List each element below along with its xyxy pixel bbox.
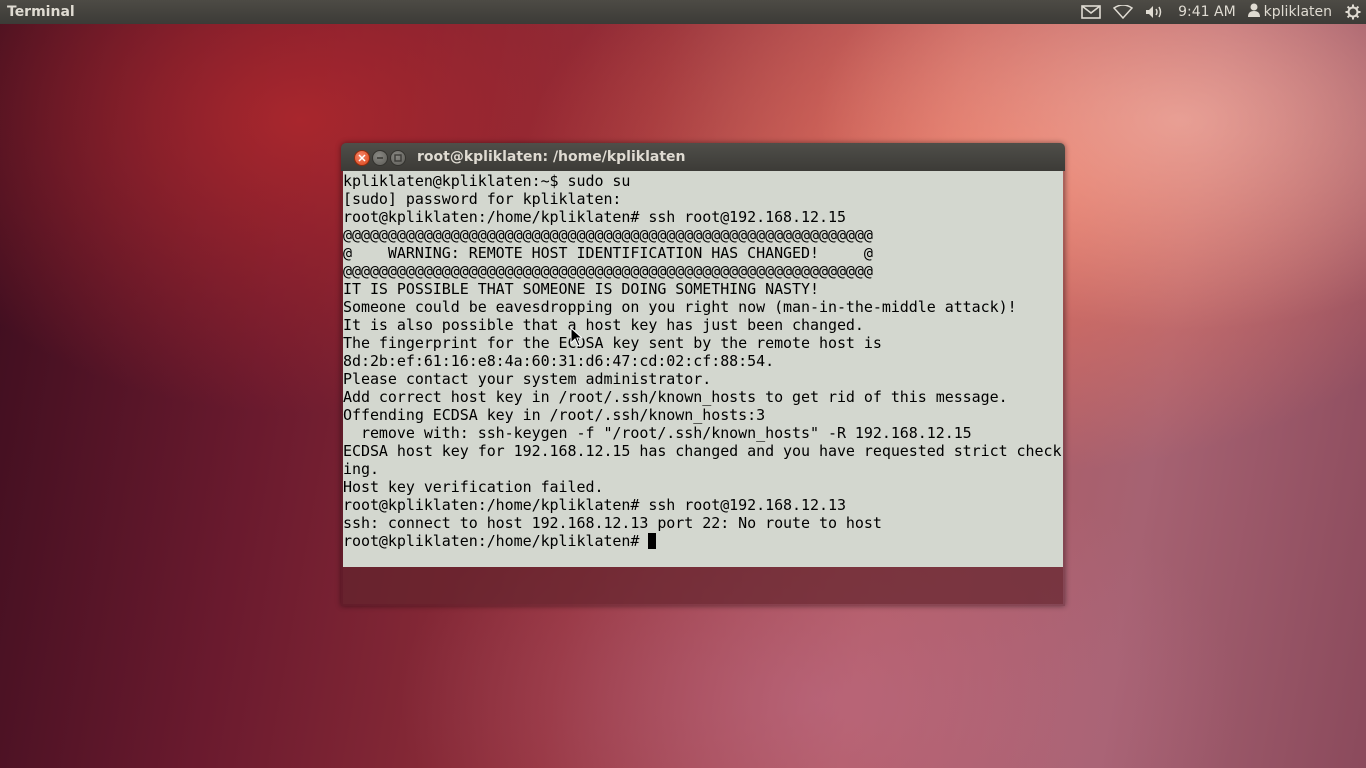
terminal-line: root@kpliklaten:/home/kpliklaten# ssh ro… xyxy=(343,496,846,514)
window-titlebar[interactable]: root@kpliklaten: /home/kpliklaten xyxy=(341,143,1065,171)
username-label: kpliklaten xyxy=(1263,4,1332,20)
terminal-line: ECDSA host key for 192.168.12.15 has cha… xyxy=(343,442,1062,460)
terminal-prompt: root@kpliklaten:/home/kpliklaten# xyxy=(343,532,649,550)
clock[interactable]: 9:41 AM xyxy=(1178,4,1236,20)
terminal-line: Host key verification failed. xyxy=(343,478,604,496)
terminal-empty-area xyxy=(343,567,1063,604)
terminal-line: root@kpliklaten:/home/kpliklaten# ssh ro… xyxy=(343,208,846,226)
terminal-line: @@@@@@@@@@@@@@@@@@@@@@@@@@@@@@@@@@@@@@@@… xyxy=(343,262,873,280)
terminal-line: IT IS POSSIBLE THAT SOMEONE IS DOING SOM… xyxy=(343,280,819,298)
maximize-icon xyxy=(394,154,402,162)
terminal-line: Please contact your system administrator… xyxy=(343,370,712,388)
close-button[interactable] xyxy=(354,150,370,166)
terminal-line: Offending ECDSA key in /root/.ssh/known_… xyxy=(343,406,766,424)
terminal-line: Someone could be eavesdropping on you ri… xyxy=(343,298,1017,316)
top-panel: Terminal 9:41 AM kpliklaten xyxy=(0,0,1366,24)
terminal-line: remove with: ssh-keygen -f "/root/.ssh/k… xyxy=(343,424,972,442)
terminal-output[interactable]: kpliklaten@kpliklaten:~$ sudo su [sudo] … xyxy=(343,171,1063,567)
terminal-text: kpliklaten@kpliklaten:~$ sudo su [sudo] … xyxy=(343,171,1063,550)
close-icon xyxy=(358,154,366,162)
text-cursor xyxy=(648,533,657,549)
terminal-line: [sudo] password for kpliklaten: xyxy=(343,190,622,208)
terminal-line: It is also possible that a host key has … xyxy=(343,316,864,334)
wifi-icon[interactable] xyxy=(1112,0,1134,24)
indicator-area: 9:41 AM kpliklaten xyxy=(1080,0,1366,24)
user-icon xyxy=(1247,3,1264,21)
terminal-line: ing. xyxy=(343,460,379,478)
terminal-line: @ WARNING: REMOTE HOST IDENTIFICATION HA… xyxy=(343,244,873,262)
mail-icon[interactable] xyxy=(1080,0,1102,24)
active-app-name: Terminal xyxy=(7,4,75,20)
volume-icon[interactable] xyxy=(1144,0,1166,24)
minimize-button[interactable] xyxy=(372,150,388,166)
terminal-line: kpliklaten@kpliklaten:~$ sudo su xyxy=(343,172,631,190)
user-menu[interactable]: kpliklaten xyxy=(1247,3,1332,21)
terminal-line: Add correct host key in /root/.ssh/known… xyxy=(343,388,1008,406)
terminal-line: ssh: connect to host 192.168.12.13 port … xyxy=(343,514,882,532)
window-title: root@kpliklaten: /home/kpliklaten xyxy=(417,149,686,165)
gear-icon[interactable] xyxy=(1340,0,1366,24)
minimize-icon xyxy=(377,157,383,159)
terminal-window: root@kpliklaten: /home/kpliklaten kplikl… xyxy=(341,143,1065,606)
maximize-button[interactable] xyxy=(390,150,406,166)
terminal-line: 8d:2b:ef:61:16:e8:4a:60:31:d6:47:cd:02:c… xyxy=(343,352,775,370)
mouse-pointer-icon xyxy=(570,327,584,347)
terminal-line: @@@@@@@@@@@@@@@@@@@@@@@@@@@@@@@@@@@@@@@@… xyxy=(343,226,873,244)
terminal-line: The fingerprint for the ECDSA key sent b… xyxy=(343,334,882,352)
